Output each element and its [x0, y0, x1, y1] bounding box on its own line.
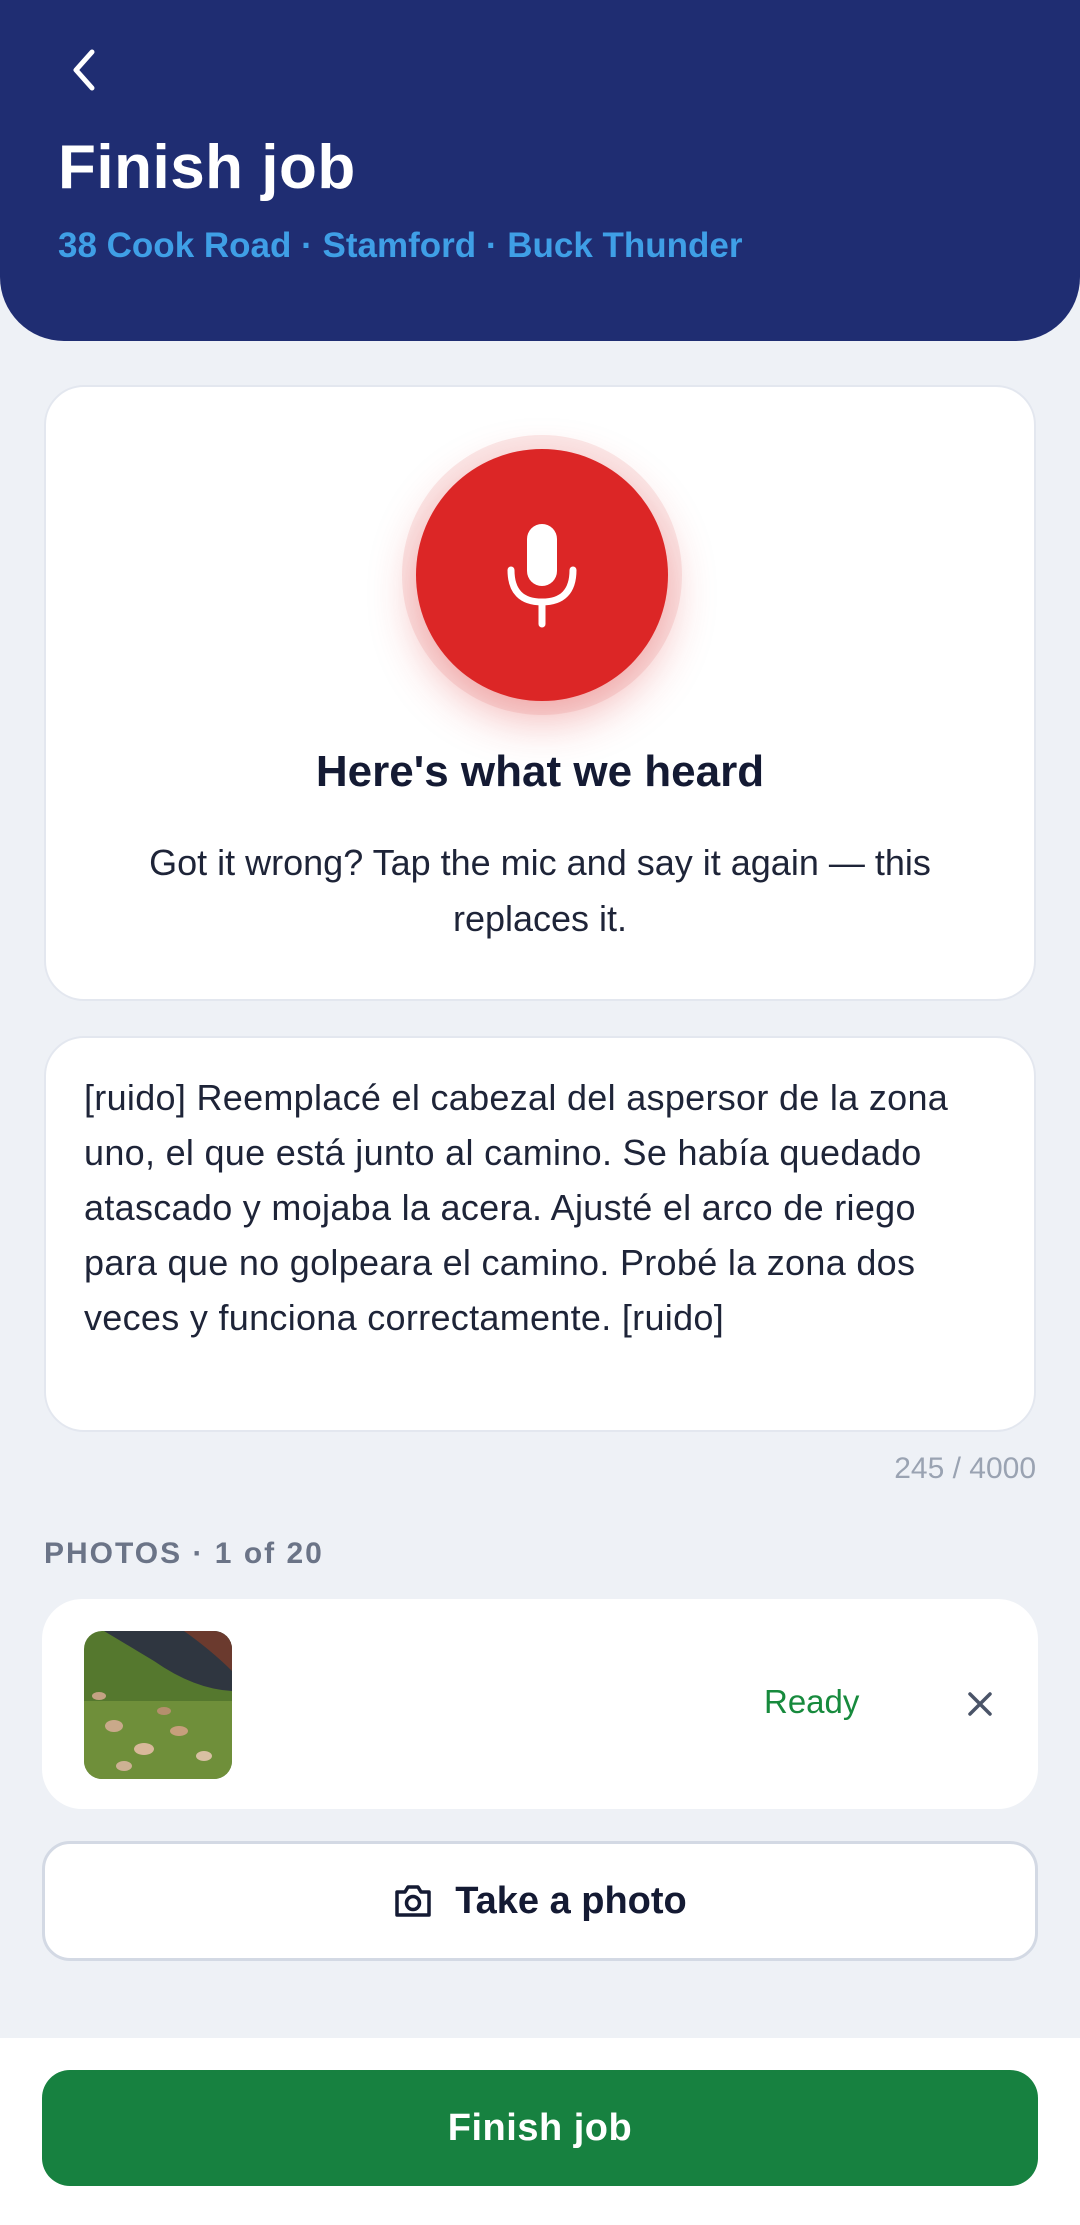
take-photo-button[interactable]: Take a photo	[42, 1841, 1038, 1961]
page-title: Finish job	[58, 133, 356, 202]
remove-photo-button[interactable]	[950, 1674, 1010, 1734]
photo-thumbnail[interactable]	[84, 1631, 232, 1779]
mic-button[interactable]	[416, 449, 668, 701]
microphone-icon	[507, 524, 577, 628]
take-photo-label: Take a photo	[455, 1879, 687, 1922]
close-icon	[968, 1692, 992, 1716]
back-button[interactable]	[50, 34, 122, 106]
photo-status: Ready	[764, 1683, 860, 1720]
finish-job-button[interactable]: Finish job	[42, 2070, 1038, 2186]
voice-title: Here's what we heard	[315, 747, 765, 796]
camera-icon	[395, 1885, 431, 1917]
bottom-action-bar: Finish job	[0, 2038, 1080, 2225]
photo-item: Ready	[42, 1599, 1038, 1809]
char-counter: 245 / 4000	[894, 1452, 1036, 1485]
finish-job-label: Finish job	[447, 2106, 633, 2149]
header: Finish job 38 Cook Road · Stamford · Buc…	[0, 0, 1080, 341]
transcript-box[interactable]: [ruido] Reemplacé el cabezal del asperso…	[44, 1036, 1036, 1432]
voice-card: Here's what we heard Got it wrong? Tap t…	[44, 385, 1036, 1001]
photos-section-label: PHOTOS · 1 of 20	[44, 1537, 324, 1570]
chevron-left-icon	[73, 49, 95, 91]
job-subtitle: 38 Cook Road · Stamford · Buck Thunder	[58, 226, 743, 265]
voice-description: Got it wrong? Tap the mic and say it aga…	[149, 842, 931, 939]
transcript-text[interactable]: [ruido] Reemplacé el cabezal del asperso…	[84, 1070, 996, 1345]
